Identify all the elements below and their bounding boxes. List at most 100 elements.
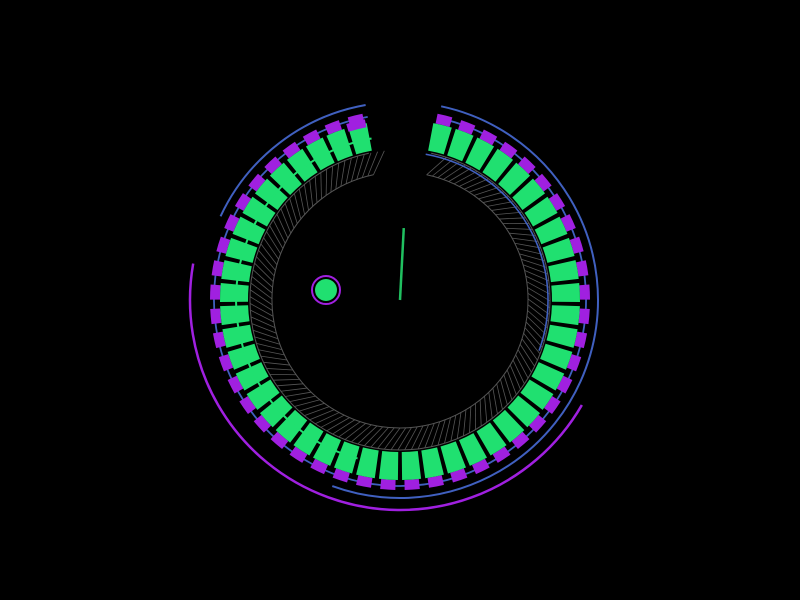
hatch-line (250, 290, 272, 305)
hatch-line (459, 175, 483, 187)
segment (547, 325, 578, 348)
hatch-line (493, 388, 498, 414)
segment-tab (210, 309, 221, 325)
hatch-ring-inner (272, 175, 528, 428)
segment-tab (210, 284, 221, 299)
hatch-line (310, 410, 334, 420)
hatch-line (373, 151, 384, 175)
hatch-line (261, 356, 287, 360)
hatch-line (480, 400, 481, 426)
hatch-line (464, 179, 488, 189)
hatch-line (294, 194, 300, 220)
hatch-line (277, 214, 288, 238)
segment-tab (579, 284, 590, 299)
hatch-line (483, 197, 509, 203)
hatch-line (398, 427, 412, 450)
hatch-line (520, 344, 534, 366)
hatch-line (333, 420, 355, 434)
hatch-line (489, 392, 492, 418)
hatch-line (273, 220, 285, 243)
hatch-line (267, 368, 293, 370)
hatch-line (299, 189, 304, 215)
hatch-line (454, 171, 477, 184)
hatch-line (341, 160, 345, 186)
segment (379, 451, 398, 480)
hatch-line (351, 156, 357, 182)
hatch-line (270, 226, 283, 249)
hatch-line (256, 343, 282, 349)
segment (421, 447, 444, 478)
segment (428, 123, 452, 154)
hatch-line (264, 238, 279, 260)
hatch-line (499, 218, 525, 219)
hatch-line (525, 328, 542, 348)
hatch-line (438, 162, 459, 178)
hatch-line (273, 379, 299, 380)
hatch-line (304, 184, 308, 210)
hatch-line (528, 299, 549, 315)
hatch-line (281, 388, 307, 391)
hatch-line (516, 355, 528, 378)
hatch-line (252, 324, 277, 334)
hatch-line (368, 152, 378, 176)
hatch-line (497, 384, 503, 410)
hatch-line (524, 333, 540, 354)
hatch-line (310, 180, 313, 206)
hatch-line (250, 297, 272, 311)
hatch-line (391, 428, 406, 450)
hatch-line (384, 428, 400, 449)
hatch-line (432, 160, 453, 177)
needle (400, 228, 404, 300)
segment (220, 305, 249, 325)
segment (551, 283, 580, 302)
hatch-line (315, 176, 317, 202)
radial-gauge (0, 0, 800, 600)
hatch-line (267, 232, 281, 254)
hatch-line (321, 173, 322, 199)
segment (220, 283, 249, 302)
hatch-line (469, 407, 470, 433)
hatch-line (527, 287, 550, 301)
hatch-line (443, 165, 465, 180)
segment (402, 451, 421, 480)
hatch-line (506, 228, 532, 229)
hatch-line (495, 212, 521, 214)
hatch-line (259, 350, 285, 355)
hatch-line (336, 163, 339, 189)
hatch-line (507, 370, 516, 395)
hatch-line (457, 413, 461, 439)
hatch-line (405, 427, 418, 450)
hatch-line (411, 426, 423, 450)
hatch-line (339, 422, 360, 437)
hatch-line (290, 396, 316, 402)
hatch-line (285, 392, 311, 396)
hatch-line (425, 423, 434, 448)
hatch-line (469, 183, 494, 192)
hatch-line (321, 415, 344, 427)
hatch-line (251, 317, 275, 328)
hatch-line (261, 244, 277, 265)
segment-tab (404, 479, 419, 490)
hatch-line (427, 157, 447, 174)
segment (548, 260, 579, 282)
hatch-line (445, 418, 451, 444)
hatch-line (294, 400, 319, 407)
hatch-line (485, 396, 487, 422)
hatch-line (491, 207, 517, 211)
hatch-line (327, 418, 350, 431)
hatch-line (345, 423, 366, 439)
hub-dot (315, 279, 337, 301)
hatch-line (487, 202, 513, 207)
hatch-line (259, 250, 276, 270)
hatch-line (351, 425, 371, 442)
segment-tab (380, 479, 395, 490)
hatch-line (250, 303, 273, 316)
hatch-line (326, 169, 327, 195)
hatch-line (463, 410, 466, 436)
hatch-line (528, 305, 549, 321)
hatch-line (264, 362, 290, 365)
hatch-line (418, 425, 429, 449)
hatch-line (277, 384, 303, 386)
hatch-line (346, 158, 351, 184)
segment (551, 305, 580, 325)
